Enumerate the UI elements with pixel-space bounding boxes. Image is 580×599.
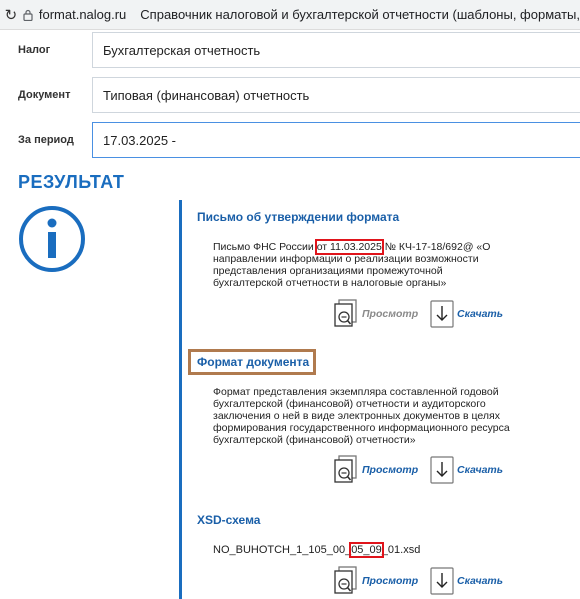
lock-icon[interactable]	[22, 9, 35, 21]
letter-date-highlight: от 11.03.2025	[314, 239, 384, 255]
xsd-filename[interactable]: NO_BUHOTCH_1_105_00_05_09_01.xsd	[213, 542, 513, 558]
download-button[interactable]: Скачать	[430, 456, 503, 484]
section-title-xsd-schema: XSD-схема	[197, 513, 261, 527]
info-icon	[19, 206, 85, 272]
letter-desc-text: Письмо ФНС России	[213, 241, 317, 253]
view-doc-icon	[334, 566, 357, 594]
tax-label: Налог	[18, 44, 51, 56]
url-domain[interactable]: format.nalog.ru	[39, 7, 126, 22]
approval-letter-description: Письмо ФНС России от 11.03.2025 № КЧ-17-…	[213, 239, 513, 289]
xsd-version-highlight: 05_09	[349, 542, 384, 558]
period-label: За период	[18, 134, 74, 146]
view-label: Просмотр	[362, 464, 419, 476]
reload-icon[interactable]: ↻	[0, 6, 22, 24]
download-label: Скачать	[457, 308, 504, 320]
browser-address-bar: ↻ format.nalog.ru Справочник налоговой и…	[0, 0, 580, 30]
view-button[interactable]: Просмотр	[333, 566, 418, 596]
download-icon	[430, 300, 454, 328]
view-doc-icon	[334, 299, 357, 327]
document-row: Документ Типовая (финансовая) отчетность	[0, 77, 580, 113]
download-label: Скачать	[457, 464, 504, 476]
view-label: Просмотр	[362, 575, 419, 587]
document-select[interactable]: Типовая (финансовая) отчетность	[92, 77, 580, 113]
download-button[interactable]: Скачать	[430, 300, 503, 328]
period-row: За период 17.03.2025 -	[0, 122, 580, 158]
view-label: Просмотр	[362, 308, 419, 320]
document-label: Документ	[18, 89, 71, 101]
period-input[interactable]: 17.03.2025 -	[92, 122, 580, 158]
tax-select[interactable]: Бухгалтерская отчетность	[92, 32, 580, 68]
section-title-approval-letter: Письмо об утверждении формата	[197, 210, 400, 224]
section-divider	[179, 200, 182, 599]
download-label: Скачать	[457, 575, 504, 587]
download-icon	[430, 456, 454, 484]
format-description: Формат представления экземпляра составле…	[213, 386, 510, 446]
view-button[interactable]: Просмотр	[333, 455, 418, 485]
section-title-document-format: Формат документа	[197, 355, 310, 369]
download-button[interactable]: Скачать	[430, 567, 503, 595]
xsd-filename-prefix: NO_BUHOTCH_1_105_00_	[213, 544, 352, 556]
view-doc-icon	[334, 455, 357, 483]
download-icon	[430, 567, 454, 595]
result-heading: РЕЗУЛЬТАТ	[18, 172, 125, 192]
xsd-filename-suffix: _01.xsd	[381, 544, 421, 556]
view-button[interactable]: Просмотр	[333, 299, 418, 329]
tax-row: Налог Бухгалтерская отчетность	[0, 32, 580, 68]
tab-page-title: Справочник налоговой и бухгалтерской отч…	[140, 7, 580, 22]
